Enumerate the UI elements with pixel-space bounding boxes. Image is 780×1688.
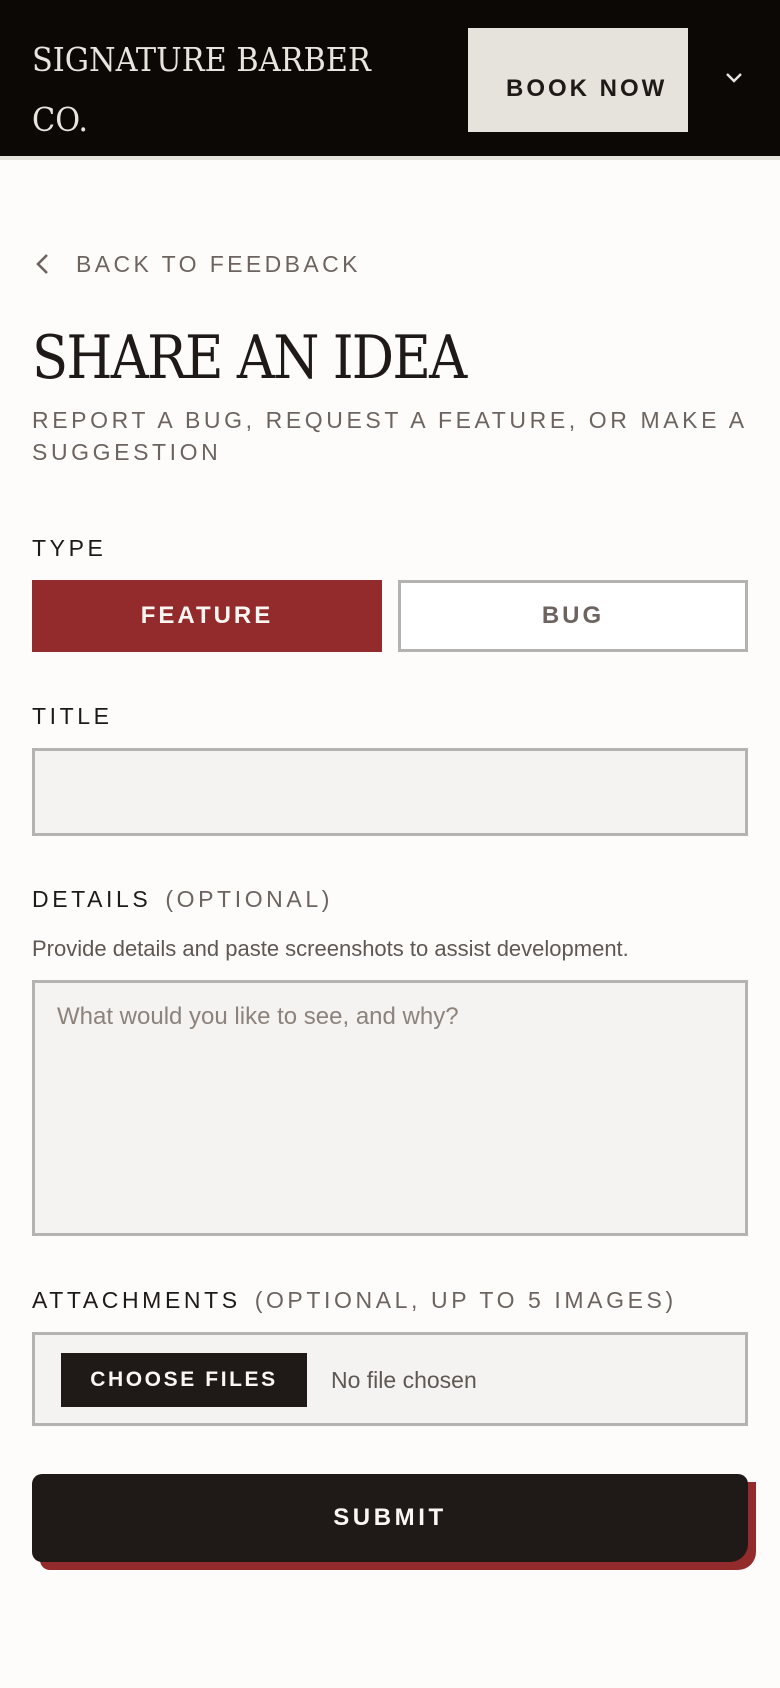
page-title: SHARE AN IDEA xyxy=(32,323,467,393)
file-input[interactable]: CHOOSE FILES No file chosen xyxy=(32,1332,748,1426)
back-to-feedback-link[interactable]: BACK TO FEEDBACK xyxy=(32,248,361,280)
no-file-chosen-text: No file chosen xyxy=(331,1367,477,1393)
type-feature-button[interactable]: FEATURE xyxy=(32,580,382,652)
details-label-text: DETAILS xyxy=(32,886,152,912)
details-optional-text: (OPTIONAL) xyxy=(165,886,333,912)
details-textarea[interactable] xyxy=(32,980,748,1236)
title-label: TITLE xyxy=(32,703,113,729)
details-helper-text: Provide details and paste screenshots to… xyxy=(32,936,629,961)
title-input[interactable] xyxy=(32,748,748,836)
details-label: DETAILS (OPTIONAL) xyxy=(32,884,333,914)
page-subtitle: REPORT A BUG, REQUEST A FEATURE, OR MAKE… xyxy=(32,407,747,465)
attachments-optional-text: (OPTIONAL, UP TO 5 IMAGES) xyxy=(254,1287,677,1313)
type-label: TYPE xyxy=(32,535,107,561)
brand-logo-text[interactable]: SIGNATURE BARBER CO. xyxy=(32,30,382,150)
choose-files-button[interactable]: CHOOSE FILES xyxy=(61,1353,307,1407)
back-link-label: BACK TO FEEDBACK xyxy=(76,250,361,277)
type-bug-button[interactable]: BUG xyxy=(398,580,748,652)
chevron-left-icon xyxy=(36,254,48,274)
attachments-label: ATTACHMENTS (OPTIONAL, UP TO 5 IMAGES) xyxy=(32,1285,677,1315)
attachments-label-text: ATTACHMENTS xyxy=(32,1287,241,1313)
book-now-button[interactable]: BOOK NOW xyxy=(468,28,688,132)
submit-button[interactable]: SUBMIT xyxy=(32,1474,748,1562)
chevron-down-icon[interactable] xyxy=(724,68,744,88)
site-header: SIGNATURE BARBER CO. BOOK NOW xyxy=(0,0,780,160)
